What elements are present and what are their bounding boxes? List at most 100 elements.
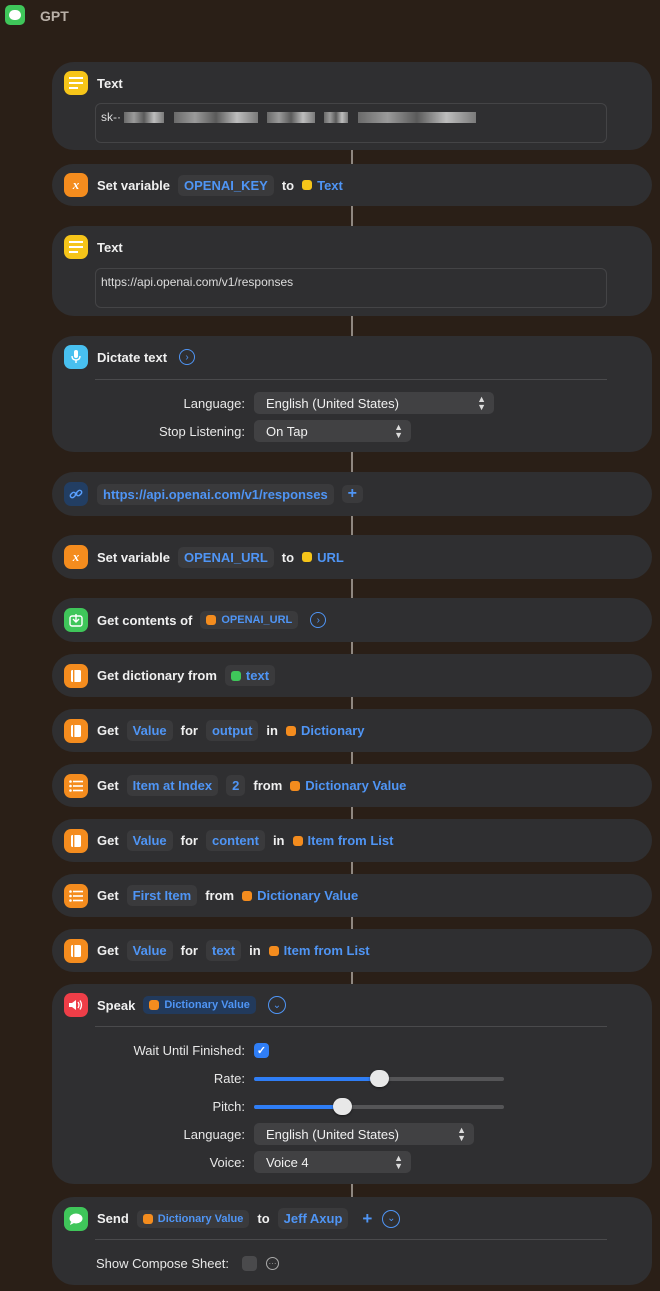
action-title: Get xyxy=(97,888,119,903)
language-label: Language: xyxy=(183,396,245,411)
pitch-slider[interactable] xyxy=(254,1098,504,1115)
add-url-button[interactable]: + xyxy=(341,485,364,503)
key-token[interactable]: content xyxy=(205,830,265,851)
index-token[interactable]: 2 xyxy=(226,775,246,796)
text-action-url[interactable]: Text https://api.openai.com/v1/responses xyxy=(52,226,652,316)
item-type-token[interactable]: First Item xyxy=(126,885,198,906)
rate-label: Rate: xyxy=(213,1071,245,1086)
link-icon xyxy=(64,482,88,506)
pitch-slider-knob[interactable] xyxy=(332,1098,352,1115)
chevron-down-icon[interactable]: ⌄ xyxy=(382,1209,401,1228)
more-options-icon[interactable]: ··· xyxy=(266,1257,279,1270)
get-value-text-action[interactable]: Get Value for text in Item from List xyxy=(52,929,652,972)
book-icon xyxy=(64,718,88,743)
text-input-api-key[interactable]: sk-· xyxy=(95,103,607,143)
voice-label: Voice: xyxy=(209,1155,245,1170)
language-select[interactable]: English (United States) ▲ ▼ xyxy=(254,392,494,414)
url-token[interactable]: https://api.openai.com/v1/responses xyxy=(97,483,334,505)
x-variable-icon: x xyxy=(64,173,88,197)
dictionary-badge-icon xyxy=(285,725,296,736)
set-variable-action-key[interactable]: x Set variable OPENAI_KEY to Text xyxy=(52,164,652,206)
get-value-content-action[interactable]: Get Value for content in Item from List xyxy=(52,819,652,862)
wait-until-finished-label: Wait Until Finished: xyxy=(133,1043,246,1058)
url-action[interactable]: https://api.openai.com/v1/responses + xyxy=(52,472,652,516)
chevron-right-icon[interactable]: › xyxy=(310,612,327,628)
variable-name-token[interactable]: OPENAI_KEY xyxy=(178,174,274,196)
language-select[interactable]: English (United States) ▲ ▼ xyxy=(254,1123,474,1145)
openai-url-token[interactable]: OPENAI_URL xyxy=(200,611,299,629)
from-label: from xyxy=(205,888,235,903)
item-type-token[interactable]: Item at Index xyxy=(126,775,219,796)
stop-listening-select[interactable]: On Tap ▲ ▼ xyxy=(254,420,411,442)
wait-until-finished-checkbox[interactable]: ✓ xyxy=(254,1043,269,1058)
speak-action[interactable]: Speak Dictionary Value ⌄ Wait Until Fini… xyxy=(52,984,652,1184)
item-from-list-token[interactable]: Item from List xyxy=(292,833,393,848)
text-token[interactable]: text xyxy=(224,665,276,686)
url-value-token[interactable]: URL xyxy=(302,550,344,565)
get-first-item-action[interactable]: Get First Item from Dictionary Value xyxy=(52,874,652,917)
flow-connector xyxy=(351,972,353,984)
key-token[interactable]: output xyxy=(205,720,259,741)
in-label: in xyxy=(249,943,261,958)
to-label: to xyxy=(281,177,295,193)
list-icon xyxy=(64,773,88,798)
microphone-icon xyxy=(64,345,88,369)
dictate-text-action[interactable]: Dictate text › Language: English (United… xyxy=(52,336,652,452)
rate-slider-knob[interactable] xyxy=(370,1070,389,1087)
dictionary-value-token[interactable]: Dictionary Value xyxy=(136,1209,250,1228)
send-message-action[interactable]: Send Dictionary Value to Jeff Axup + ⌄ S… xyxy=(52,1197,652,1285)
item-from-list-token[interactable]: Item from List xyxy=(268,943,370,958)
text-lines-icon xyxy=(64,71,88,95)
flow-connector xyxy=(351,206,353,226)
add-recipient-button[interactable]: + xyxy=(362,1209,372,1229)
action-title: Get xyxy=(97,723,119,738)
flow-connector xyxy=(351,752,353,764)
action-title: Text xyxy=(97,75,123,91)
chevron-updown-icon: ▲ ▼ xyxy=(394,422,403,440)
chevron-down-icon[interactable]: ⌄ xyxy=(267,996,286,1014)
key-token[interactable]: text xyxy=(205,940,242,961)
chevron-right-icon[interactable]: › xyxy=(179,349,196,365)
text-action-api-key[interactable]: Text sk-· xyxy=(52,62,652,150)
set-variable-action-url[interactable]: x Set variable OPENAI_URL to URL xyxy=(52,535,652,579)
key-type-token[interactable]: Value xyxy=(126,830,173,851)
chevron-updown-icon: ▲ ▼ xyxy=(457,1125,466,1143)
list-badge-icon xyxy=(268,945,279,956)
get-dictionary-action[interactable]: Get dictionary from text xyxy=(52,654,652,697)
flow-connector xyxy=(351,452,353,472)
redacted-key xyxy=(124,112,165,124)
voice-select[interactable]: Voice 4 ▲ ▼ xyxy=(254,1151,411,1173)
get-contents-action[interactable]: Get contents of OPENAI_URL › xyxy=(52,598,652,642)
dictionary-badge-icon xyxy=(149,1000,160,1010)
variable-name-token[interactable]: OPENAI_URL xyxy=(178,546,274,568)
dictionary-value-token[interactable]: Dictionary Value xyxy=(242,888,358,903)
redacted-key xyxy=(173,112,258,124)
rate-slider[interactable] xyxy=(254,1070,504,1087)
flow-connector xyxy=(351,516,353,535)
text-input-url[interactable]: https://api.openai.com/v1/responses xyxy=(95,268,607,308)
text-value-token[interactable]: Text xyxy=(302,178,343,193)
get-value-output-action[interactable]: Get Value for output in Dictionary xyxy=(52,709,652,752)
pitch-label: Pitch: xyxy=(212,1099,245,1114)
dictionary-token[interactable]: Dictionary xyxy=(285,723,365,738)
flow-connector xyxy=(351,316,353,336)
action-title: Send xyxy=(97,1211,129,1226)
action-title: Text xyxy=(97,239,123,255)
divider xyxy=(95,1239,607,1240)
key-type-token[interactable]: Value xyxy=(126,720,173,741)
speaker-icon xyxy=(64,993,88,1017)
dictionary-value-token[interactable]: Dictionary Value xyxy=(143,996,256,1014)
flow-connector xyxy=(351,579,353,598)
key-type-token[interactable]: Value xyxy=(126,940,173,961)
dictionary-value-token[interactable]: Dictionary Value xyxy=(290,778,406,793)
book-icon xyxy=(64,938,88,963)
text-lines-icon xyxy=(64,235,88,259)
show-compose-sheet-checkbox[interactable] xyxy=(242,1256,257,1271)
rate-slider-fill xyxy=(254,1077,379,1081)
contents-badge-icon xyxy=(230,670,241,681)
recipient-token[interactable]: Jeff Axup xyxy=(277,1208,349,1229)
window-title: GPT xyxy=(40,8,69,24)
get-item-index-action[interactable]: Get Item at Index 2 from Dictionary Valu… xyxy=(52,764,652,807)
x-variable-icon: x xyxy=(64,545,88,569)
for-label: for xyxy=(180,943,198,958)
